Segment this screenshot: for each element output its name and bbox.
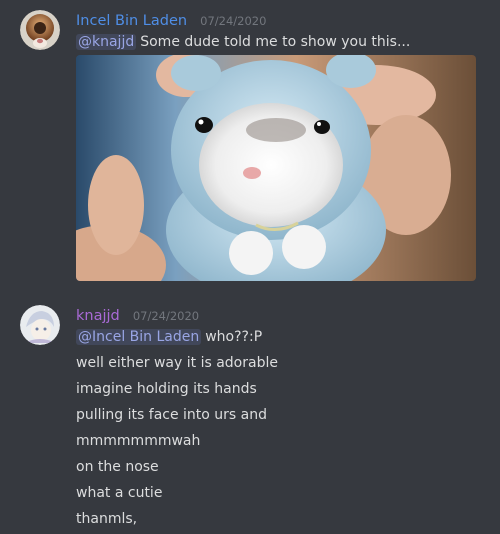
message-line: imagine holding its hands (76, 381, 257, 397)
avatar-knajjd[interactable] (20, 305, 60, 345)
message-line: @knajjd Some dude told me to show you thi… (76, 32, 410, 52)
message-text: who??:P (205, 329, 263, 345)
message-line: what a cutie (76, 485, 163, 501)
username[interactable]: Incel Bin Laden (76, 13, 187, 29)
message-line: on the nose (76, 459, 159, 475)
avatar-incel-bin-laden[interactable] (20, 10, 60, 50)
message-line: thanmls, (76, 511, 138, 527)
message-line: mmmmmmmwah (76, 433, 201, 449)
timestamp: 07/24/2020 (200, 14, 267, 28)
message-header: knajjd 07/24/2020 (76, 305, 199, 326)
user-mention[interactable]: @Incel Bin Laden (76, 329, 202, 345)
user-mention[interactable]: @knajjd (76, 34, 137, 50)
message-text: Some dude told me to show you this... (140, 34, 411, 50)
username[interactable]: knajjd (76, 308, 120, 324)
message-line: well either way it is adorable (76, 355, 278, 371)
hamster-in-blue-hood-image[interactable] (76, 55, 476, 281)
message-header: Incel Bin Laden 07/24/2020 (76, 10, 266, 31)
message-line: @Incel Bin Laden who??:P (76, 327, 262, 347)
timestamp: 07/24/2020 (132, 309, 200, 323)
message-line: pulling its face into urs and (76, 407, 268, 423)
